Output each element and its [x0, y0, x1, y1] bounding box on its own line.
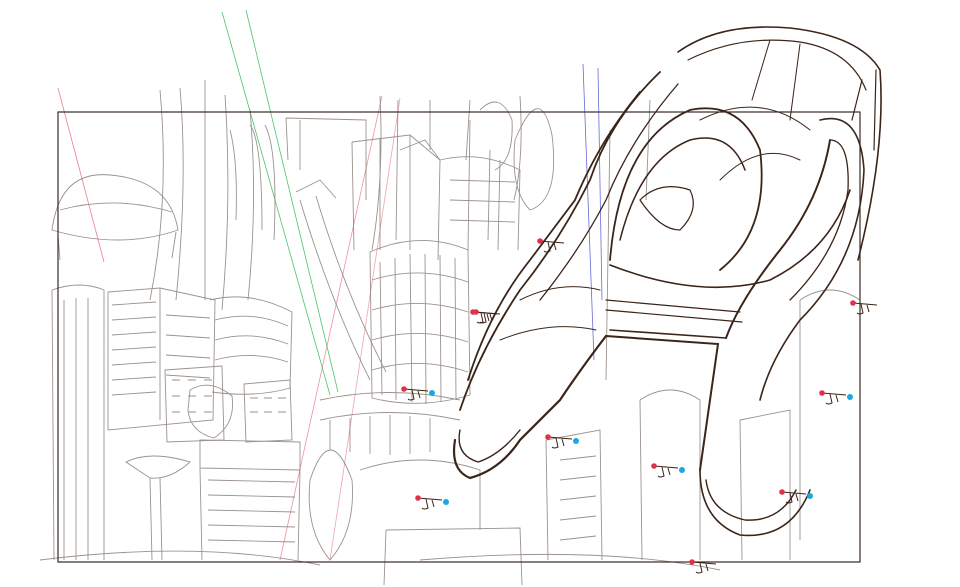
drone-marker [651, 463, 685, 478]
city-sketch-drawing [39, 9, 882, 586]
composition-frame [57, 111, 861, 563]
green-guide-line [221, 11, 331, 396]
drone-marker [850, 300, 878, 315]
drone-marker [415, 495, 449, 510]
drone-red-light [473, 309, 479, 315]
drone-cyan-light [573, 438, 579, 444]
perspective-guides [57, 9, 603, 561]
drone-cyan-light [807, 493, 813, 499]
drone-red-light [401, 386, 407, 392]
sketch-canvas [0, 0, 960, 587]
drone-cyan-light [443, 499, 449, 505]
drone-red-light [850, 300, 856, 306]
foreground-arch-structure [452, 26, 882, 537]
green-guide-line [245, 9, 339, 393]
blue-guide-line [597, 67, 603, 301]
drone-red-light [545, 434, 551, 440]
drone-marker [819, 390, 853, 405]
drone-red-light [689, 559, 695, 565]
drone-cyan-light [847, 394, 853, 400]
drone-red-light [779, 489, 785, 495]
drone-cyan-light [429, 390, 435, 396]
drone-marker [689, 559, 717, 574]
blue-guide-line [582, 63, 595, 361]
drone-red-light [415, 495, 421, 501]
drone-cyan-light [679, 467, 685, 473]
drone-red-light [651, 463, 657, 469]
drone-marker [545, 434, 579, 449]
red-guide-line [279, 95, 383, 561]
drone-markers [401, 238, 878, 574]
drone-red-light [819, 390, 825, 396]
drone-red-light [537, 238, 543, 244]
